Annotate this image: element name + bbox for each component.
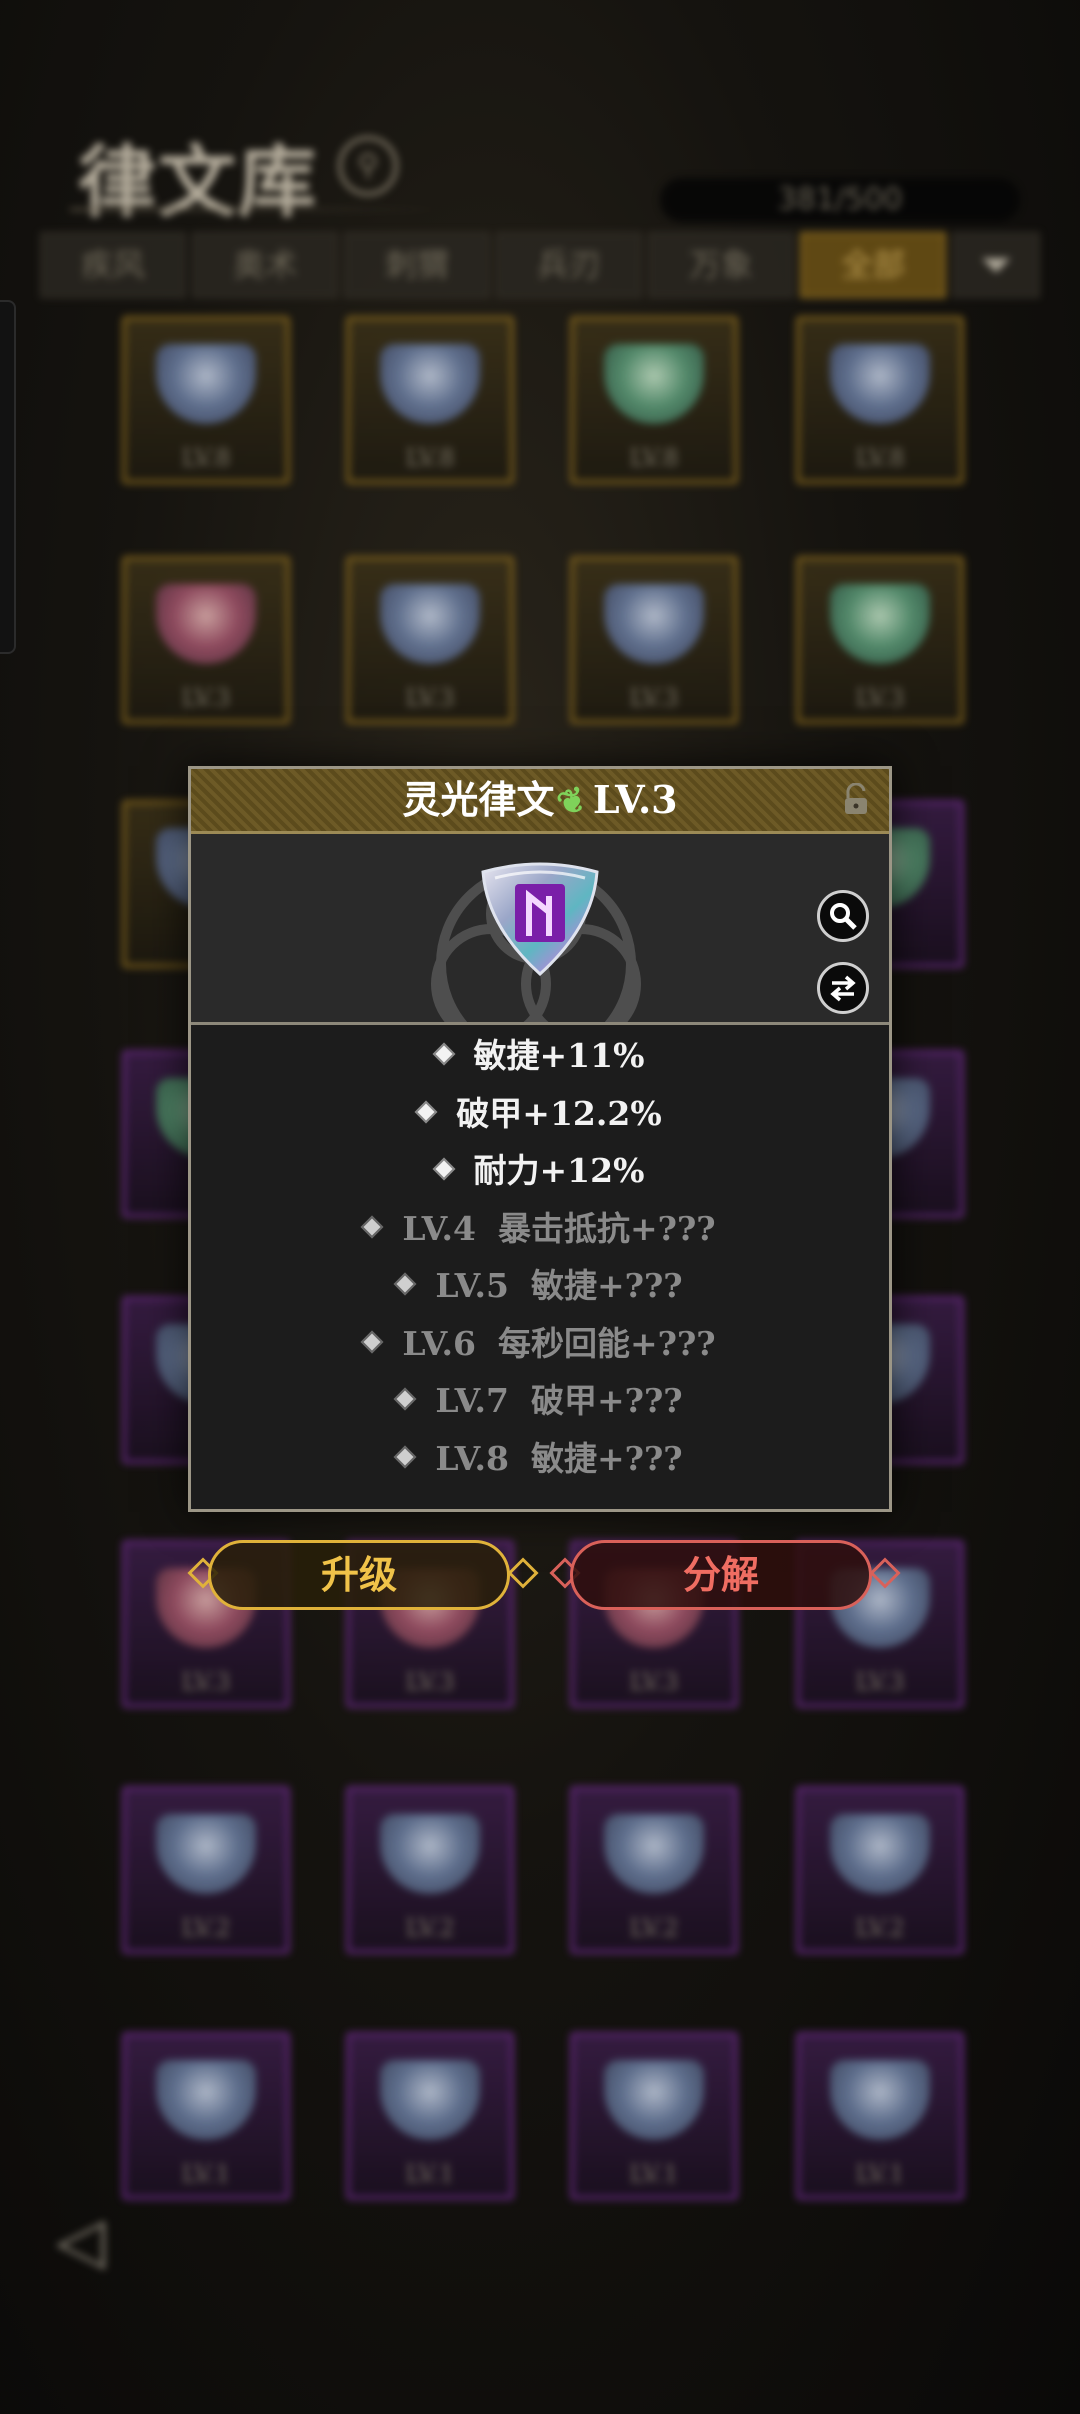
rune-tile[interactable]: LV.8 — [346, 316, 514, 484]
decompose-button[interactable]: 分解 — [570, 1540, 872, 1610]
upgrade-button[interactable]: 升级 — [208, 1540, 510, 1610]
left-edge-handle — [0, 300, 16, 654]
tab-aoshu[interactable]: 奥术 — [192, 232, 338, 298]
diamond-bullet-icon — [361, 1330, 384, 1353]
stat-row-locked: LV.5 敏捷+??? — [191, 1257, 889, 1315]
swap-arrows-icon[interactable] — [817, 962, 869, 1014]
diamond-bullet-icon — [432, 1042, 455, 1066]
diamond-bullet-icon — [361, 1215, 384, 1238]
rune-tile[interactable]: LV.2 — [346, 1786, 514, 1954]
diamond-bullet-icon — [414, 1100, 438, 1123]
capacity-counter: 381/500 — [660, 178, 1020, 222]
rune-tile[interactable]: LV.2 — [122, 1786, 290, 1954]
rune-tile[interactable]: LV.1 — [570, 2032, 738, 2200]
stat-list: 敏捷+11% 破甲+12.2% 耐力+12% LV.4 暴击抵抗+??? LV.5… — [191, 1027, 889, 1487]
diamond-bullet-icon — [394, 1387, 417, 1411]
tab-wanxiang[interactable]: 万象 — [648, 232, 794, 298]
diamond-bullet-icon — [432, 1157, 455, 1181]
rune-name: 灵光律文 — [402, 777, 555, 822]
rune-tile[interactable]: LV.1 — [796, 2032, 964, 2200]
library-title: 律文库 — [78, 137, 319, 228]
stat-row-locked: LV.7 破甲+??? — [191, 1372, 889, 1430]
stat-row: 破甲+12.2% — [191, 1085, 889, 1143]
rune-tile[interactable]: LV.3 — [570, 556, 738, 724]
rune-art-panel — [191, 834, 889, 1025]
diamond-bullet-icon — [394, 1445, 417, 1468]
back-arrow-icon[interactable]: ◁ — [56, 2206, 136, 2276]
rune-library-screen: 律文库 ⚲ 381/500 疾风 奥术 刺猬 兵刃 万象 全部 ⏷ LV.8 L… — [0, 0, 1080, 2414]
rune-tile[interactable]: LV.1 — [122, 2032, 290, 2200]
popup-header: 灵光律文❦LV.3 — [191, 769, 889, 834]
stat-row: 敏捷+11% — [191, 1027, 889, 1085]
rune-tile[interactable]: LV.8 — [122, 316, 290, 484]
tab-ciwei[interactable]: 刺猬 — [344, 232, 490, 298]
library-search-icon[interactable]: ⚲ — [338, 136, 398, 196]
rune-level: LV.3 — [592, 777, 678, 822]
magnifier-icon[interactable] — [817, 890, 869, 942]
stat-row-locked: LV.4 暴击抵抗+??? — [191, 1200, 889, 1258]
stat-row-locked: LV.6 每秒回能+??? — [191, 1315, 889, 1373]
rune-tile[interactable]: LV.2 — [570, 1786, 738, 1954]
leaf-icon: ❦ — [552, 778, 593, 826]
stat-row-locked: LV.8 敏捷+??? — [191, 1430, 889, 1488]
title-underline — [70, 208, 450, 211]
rune-tile[interactable]: LV.3 — [122, 556, 290, 724]
tab-bingren[interactable]: 兵刃 — [496, 232, 642, 298]
rune-tile[interactable]: LV.8 — [796, 316, 964, 484]
rune-tile[interactable]: LV.3 — [346, 556, 514, 724]
unlock-icon[interactable] — [839, 783, 873, 817]
rune-detail-popup: 灵光律文❦LV.3 敏捷+11% 破甲+12.2% 耐力+12% LV.4 暴击… — [188, 766, 892, 1512]
rune-tile[interactable]: LV.3 — [796, 556, 964, 724]
category-tabs: 疾风 奥术 刺猬 兵刃 万象 全部 ⏷ — [40, 232, 1040, 298]
tab-all[interactable]: 全部 — [800, 232, 946, 298]
rune-tile[interactable]: LV.2 — [796, 1786, 964, 1954]
rune-gem-icon — [481, 862, 599, 977]
diamond-bullet-icon — [394, 1272, 417, 1296]
tab-jifeng[interactable]: 疾风 — [40, 232, 186, 298]
popup-title: 灵光律文❦LV.3 — [191, 769, 889, 833]
stat-row: 耐力+12% — [191, 1142, 889, 1200]
rune-tile[interactable]: LV.1 — [346, 2032, 514, 2200]
filter-icon[interactable]: ⏷ — [952, 232, 1040, 298]
rune-tile[interactable]: LV.8 — [570, 316, 738, 484]
